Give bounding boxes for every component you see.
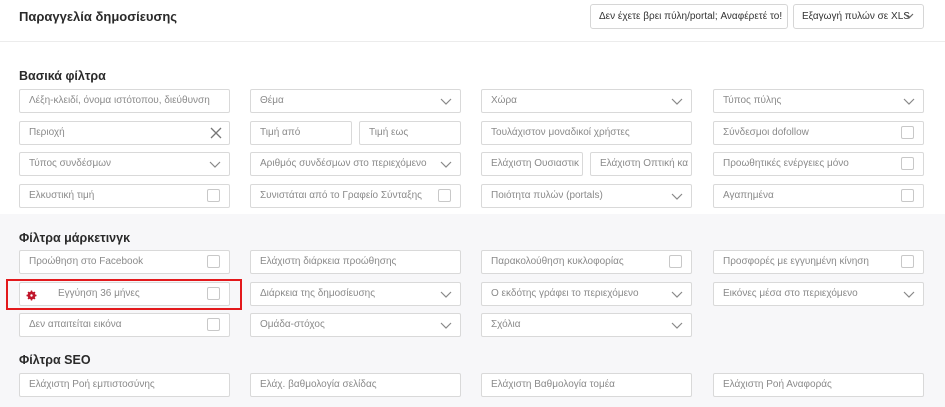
images-in-content-select[interactable]: Εικόνες μέσα στο περιεχόμενο [713,282,924,306]
guaranteed-traffic-label: Προσφορές με εγγυημένη κίνηση [723,256,869,267]
link-type-label: Τύπος συνδέσμων [29,158,112,169]
pub-duration-label: Διάρκεια της δημοσίευσης [260,288,376,299]
guaranteed-traffic-checkbox[interactable]: Προσφορές με εγγυημένη κίνηση [713,250,924,274]
no-image-label: Δεν απαιτείται εικόνα [29,319,122,330]
chevron-down-icon [903,5,915,27]
favorites-checkbox[interactable]: Αγαπημένα [713,184,924,208]
basic-filters-heading: Βασικά φίλτρα [19,69,106,83]
pub-duration-select[interactable]: Διάρκεια της δημοσίευσης [250,282,461,306]
dofollow-checkbox[interactable]: Σύνδεσμοι dofollow [713,121,924,145]
checkbox[interactable] [207,318,220,331]
checkbox[interactable] [901,189,914,202]
citation-flow-placeholder: Ελάχιστη Ροή Αναφοράς [723,379,832,390]
price-from-input[interactable]: Τιμή από [250,121,352,145]
traffic-tracking-checkbox[interactable]: Παρακολούθηση κυκλοφορίας [481,250,692,274]
min-relevance-input[interactable]: Ελάχιστη Ουσιαστικ [481,152,583,176]
checkbox[interactable] [901,126,914,139]
link-type-select[interactable]: Τύπος συνδέσμων [19,152,230,176]
chevron-down-icon [671,283,683,305]
price-to-placeholder: Τιμή εως [369,127,409,138]
chevron-down-icon [440,314,452,336]
checkbox[interactable] [901,255,914,268]
region-placeholder: Περιοχή [29,127,65,138]
checkbox[interactable] [438,189,451,202]
chevron-down-icon [903,283,915,305]
export-xls-button[interactable]: Εξαγωγή πυλών σε XLS [793,4,924,29]
trust-flow-placeholder: Ελάχιστη Ροή εμπιστοσύνης [29,379,155,390]
min-unique-users-placeholder: Τουλάχιστον μοναδικοί χρήστες [491,127,630,138]
min-visibility-input[interactable]: Ελάχιστη Οπτική κα [590,152,692,176]
promo-only-label: Προωθητικές ενέργειες μόνο [723,158,849,169]
dofollow-label: Σύνδεσμοι dofollow [723,127,809,138]
images-in-content-label: Εικόνες μέσα στο περιεχόμενο [723,288,858,299]
checkbox[interactable] [901,157,914,170]
price-to-input[interactable]: Τιμή εως [359,121,461,145]
publisher-writes-select[interactable]: Ο εκδότης γράφει το περιεχόμενο [481,282,692,306]
target-group-label: Ομάδα-στόχος [260,319,325,330]
page-title: Παραγγελία δημοσίευσης [19,9,178,24]
portal-type-label: Τύπος πύλης [723,95,782,106]
attractive-price-checkbox[interactable]: Ελκυστική τιμή [19,184,230,208]
attractive-price-label: Ελκυστική τιμή [29,190,95,201]
min-visibility-placeholder: Ελάχιστη Οπτική κα [600,158,689,169]
comments-select[interactable]: Σχόλια [481,313,692,337]
target-group-select[interactable]: Ομάδα-στόχος [250,313,461,337]
domain-rating-input[interactable]: Ελάχιστη Βαθμολογία τομέα [481,373,692,397]
chevron-down-icon [209,153,221,175]
portal-quality-label: Ποιότητα πυλών (portals) [491,190,603,201]
top-bar: Παραγγελία δημοσίευσης Δεν έχετε βρει πύ… [0,0,945,42]
editorial-checkbox[interactable]: Συνιστάται από το Γραφείο Σύνταξης [250,184,461,208]
comments-label: Σχόλια [491,319,521,330]
link-count-label: Αριθμός συνδέσμων στο περιεχόμενο [260,158,427,169]
min-unique-users-input[interactable]: Τουλάχιστον μοναδικοί χρήστες [481,121,692,145]
portal-quality-select[interactable]: Ποιότητα πυλών (portals) [481,184,692,208]
export-xls-label: Εξαγωγή πυλών σε XLS [802,11,910,22]
seo-filters-heading: Φίλτρα SEO [19,353,91,367]
topic-label: Θέμα [260,95,284,106]
marketing-filters-heading: Φίλτρα μάρκετινγκ [19,231,131,245]
portal-type-select[interactable]: Τύπος πύλης [713,89,924,113]
favorites-label: Αγαπημένα [723,190,774,201]
facebook-promo-label: Προώθηση στο Facebook [29,256,144,267]
country-label: Χώρα [491,95,517,106]
report-portal-button[interactable]: Δεν έχετε βρει πύλη/portal; Αναφέρετέ το… [590,4,788,29]
clear-icon[interactable] [210,127,222,139]
facebook-promo-checkbox[interactable]: Προώθηση στο Facebook [19,250,230,274]
traffic-tracking-label: Παρακολούθηση κυκλοφορίας [491,256,624,267]
checkbox[interactable] [207,189,220,202]
link-count-select[interactable]: Αριθμός συνδέσμων στο περιεχόμενο [250,152,461,176]
checkbox[interactable] [207,255,220,268]
editorial-label: Συνιστάται από το Γραφείο Σύνταξης [260,190,422,201]
chevron-down-icon [440,283,452,305]
chevron-down-icon [671,314,683,336]
region-input[interactable]: Περιοχή [19,121,230,145]
publisher-writes-label: Ο εκδότης γράφει το περιεχόμενο [491,288,639,299]
country-select[interactable]: Χώρα [481,89,692,113]
no-image-checkbox[interactable]: Δεν απαιτείται εικόνα [19,313,230,337]
checkbox[interactable] [669,255,682,268]
price-from-placeholder: Τιμή από [260,127,301,138]
trust-flow-input[interactable]: Ελάχιστη Ροή εμπιστοσύνης [19,373,230,397]
domain-rating-placeholder: Ελάχιστη Βαθμολογία τομέα [491,379,615,390]
keyword-placeholder: Λέξη-κλειδί, όνομα ιστότοπου, διεύθυνση [29,95,210,106]
citation-flow-input[interactable]: Ελάχιστη Ροή Αναφοράς [713,373,924,397]
highlight-frame [6,279,242,310]
min-promo-duration-input[interactable]: Ελάχιστη διάρκεια προώθησης [250,250,461,274]
min-promo-duration-placeholder: Ελάχιστη διάρκεια προώθησης [260,256,397,267]
page-rating-input[interactable]: Ελάχ. βαθμολογία σελίδας [250,373,461,397]
topic-select[interactable]: Θέμα [250,89,461,113]
chevron-down-icon [440,153,452,175]
promo-only-checkbox[interactable]: Προωθητικές ενέργειες μόνο [713,152,924,176]
keyword-input[interactable]: Λέξη-κλειδί, όνομα ιστότοπου, διεύθυνση [19,89,230,113]
min-relevance-placeholder: Ελάχιστη Ουσιαστικ [491,158,579,169]
chevron-down-icon [903,90,915,112]
page-rating-placeholder: Ελάχ. βαθμολογία σελίδας [260,379,377,390]
chevron-down-icon [671,185,683,207]
chevron-down-icon [440,90,452,112]
chevron-down-icon [671,90,683,112]
